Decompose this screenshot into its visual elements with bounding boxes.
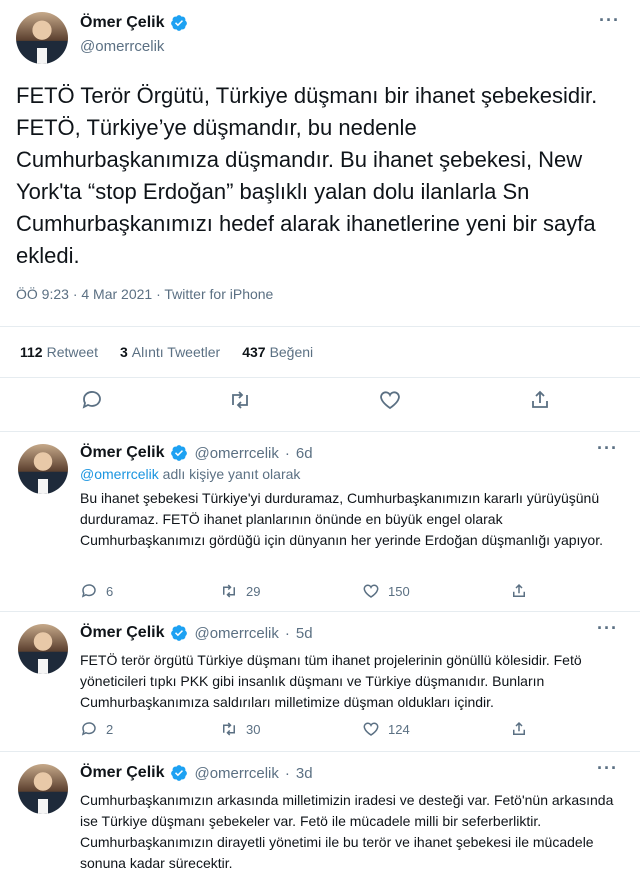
author-handle[interactable]: @omerrcelik <box>194 765 278 782</box>
author-name-row[interactable]: Ömer Çelik <box>80 14 188 32</box>
avatar[interactable] <box>18 444 68 494</box>
verified-badge-icon <box>171 765 188 781</box>
tweet-actions: 2 30 124 <box>80 720 560 744</box>
reply-button[interactable]: 6 <box>80 582 113 600</box>
author-name-row: Ömer Çelik @omerrcelik · 5d <box>80 624 313 642</box>
verified-badge-icon <box>171 625 188 641</box>
tweet-date[interactable]: 4 Mar 2021 <box>81 286 152 302</box>
reply-count: 2 <box>106 721 114 737</box>
replying-to-suffix: adlı kişiye yanıt olarak <box>162 466 301 482</box>
like-button[interactable]: 150 <box>362 582 410 600</box>
reply-count: 6 <box>106 583 114 599</box>
share-button[interactable] <box>510 720 528 738</box>
author-handle[interactable]: @omerrcelik <box>194 625 278 642</box>
heart-icon <box>363 722 379 736</box>
retweet-button[interactable]: 29 <box>220 582 260 600</box>
author-name-row: Ömer Çelik @omerrcelik · 3d <box>80 764 313 782</box>
retweet-count: 30 <box>246 721 261 737</box>
tweet-actions <box>0 388 640 424</box>
retweet-icon <box>223 722 235 736</box>
more-dots-icon[interactable]: ··· <box>597 758 618 779</box>
tweet-age[interactable]: 6d <box>296 445 313 462</box>
avatar[interactable] <box>16 12 68 64</box>
main-tweet: Ömer Çelik @omerrcelik ··· FETÖ Terör Ör… <box>0 0 640 432</box>
author-name-row: Ömer Çelik @omerrcelik · 6d <box>80 444 313 462</box>
retweet-count: 29 <box>246 583 261 599</box>
author-name[interactable]: Ömer Çelik <box>80 624 164 642</box>
reply-bubble-icon <box>81 584 96 598</box>
reply-bubble-icon <box>81 722 96 736</box>
tweet-age[interactable]: 5d <box>296 625 313 642</box>
author-name[interactable]: Ömer Çelik <box>80 444 164 462</box>
tweet-text: Cumhurbaşkanımızın arkasında milletimizi… <box>80 792 614 871</box>
verified-badge-icon <box>171 445 188 461</box>
like-button[interactable]: 124 <box>362 720 410 738</box>
author-handle[interactable]: @omerrcelik <box>80 38 164 55</box>
tweet-text: FETÖ Terör Örgütü, Türkiye düşmanı bir i… <box>16 83 598 268</box>
quotes-stat[interactable]: 3 Alıntı Tweetler <box>120 344 220 360</box>
author-handle[interactable]: @omerrcelik <box>194 445 278 462</box>
tweet-text: FETÖ terör örgütü Türkiye düşmanı tüm ih… <box>80 652 582 710</box>
replying-to: @omerrcelik adlı kişiye yanıt olarak <box>80 466 300 482</box>
heart-icon <box>363 584 379 598</box>
share-icon <box>513 583 525 597</box>
reply-bubble-icon[interactable] <box>80 388 104 412</box>
tweet-source[interactable]: Twitter for iPhone <box>164 286 273 302</box>
likes-stat[interactable]: 437 Beğeni <box>242 344 313 360</box>
avatar[interactable] <box>18 764 68 814</box>
reply-tweet[interactable]: Ömer Çelik @omerrcelik · 6d ··· @omerrce… <box>0 432 640 612</box>
tweet-text: Bu ihanet şebekesi Türkiye'yi durduramaz… <box>80 490 603 548</box>
like-count: 124 <box>388 721 410 737</box>
verified-badge-icon <box>171 15 188 31</box>
share-icon[interactable] <box>528 388 552 412</box>
tweet-age[interactable]: 3d <box>296 765 313 782</box>
retweets-stat[interactable]: 112 Retweet <box>20 344 98 360</box>
more-dots-icon[interactable]: ··· <box>597 438 618 459</box>
author-name[interactable]: Ömer Çelik <box>80 14 164 32</box>
retweet-icon[interactable] <box>228 388 252 412</box>
reply-button[interactable]: 2 <box>80 720 113 738</box>
more-dots-icon[interactable]: ··· <box>599 10 620 31</box>
tweet-actions: 6 29 150 <box>80 582 560 606</box>
heart-icon[interactable] <box>378 388 402 412</box>
share-icon <box>513 721 525 735</box>
avatar[interactable] <box>18 624 68 674</box>
tweet-stats: 112 Retweet 3 Alıntı Tweetler 437 Beğeni <box>0 326 640 378</box>
retweet-button[interactable]: 30 <box>220 720 260 738</box>
tweet-meta: ÖÖ 9:23 · 4 Mar 2021 · Twitter for iPhon… <box>16 286 274 302</box>
share-button[interactable] <box>510 582 528 600</box>
author-name[interactable]: Ömer Çelik <box>80 764 164 782</box>
tweet-time[interactable]: ÖÖ 9:23 <box>16 286 69 302</box>
reply-tweet[interactable]: Ömer Çelik @omerrcelik · 3d ··· Cumhurba… <box>0 752 640 872</box>
reply-tweet[interactable]: Ömer Çelik @omerrcelik · 5d ··· FETÖ ter… <box>0 612 640 752</box>
retweet-icon <box>223 584 235 598</box>
like-count: 150 <box>388 583 410 599</box>
replying-to-handle[interactable]: @omerrcelik <box>80 466 159 482</box>
more-dots-icon[interactable]: ··· <box>597 618 618 639</box>
